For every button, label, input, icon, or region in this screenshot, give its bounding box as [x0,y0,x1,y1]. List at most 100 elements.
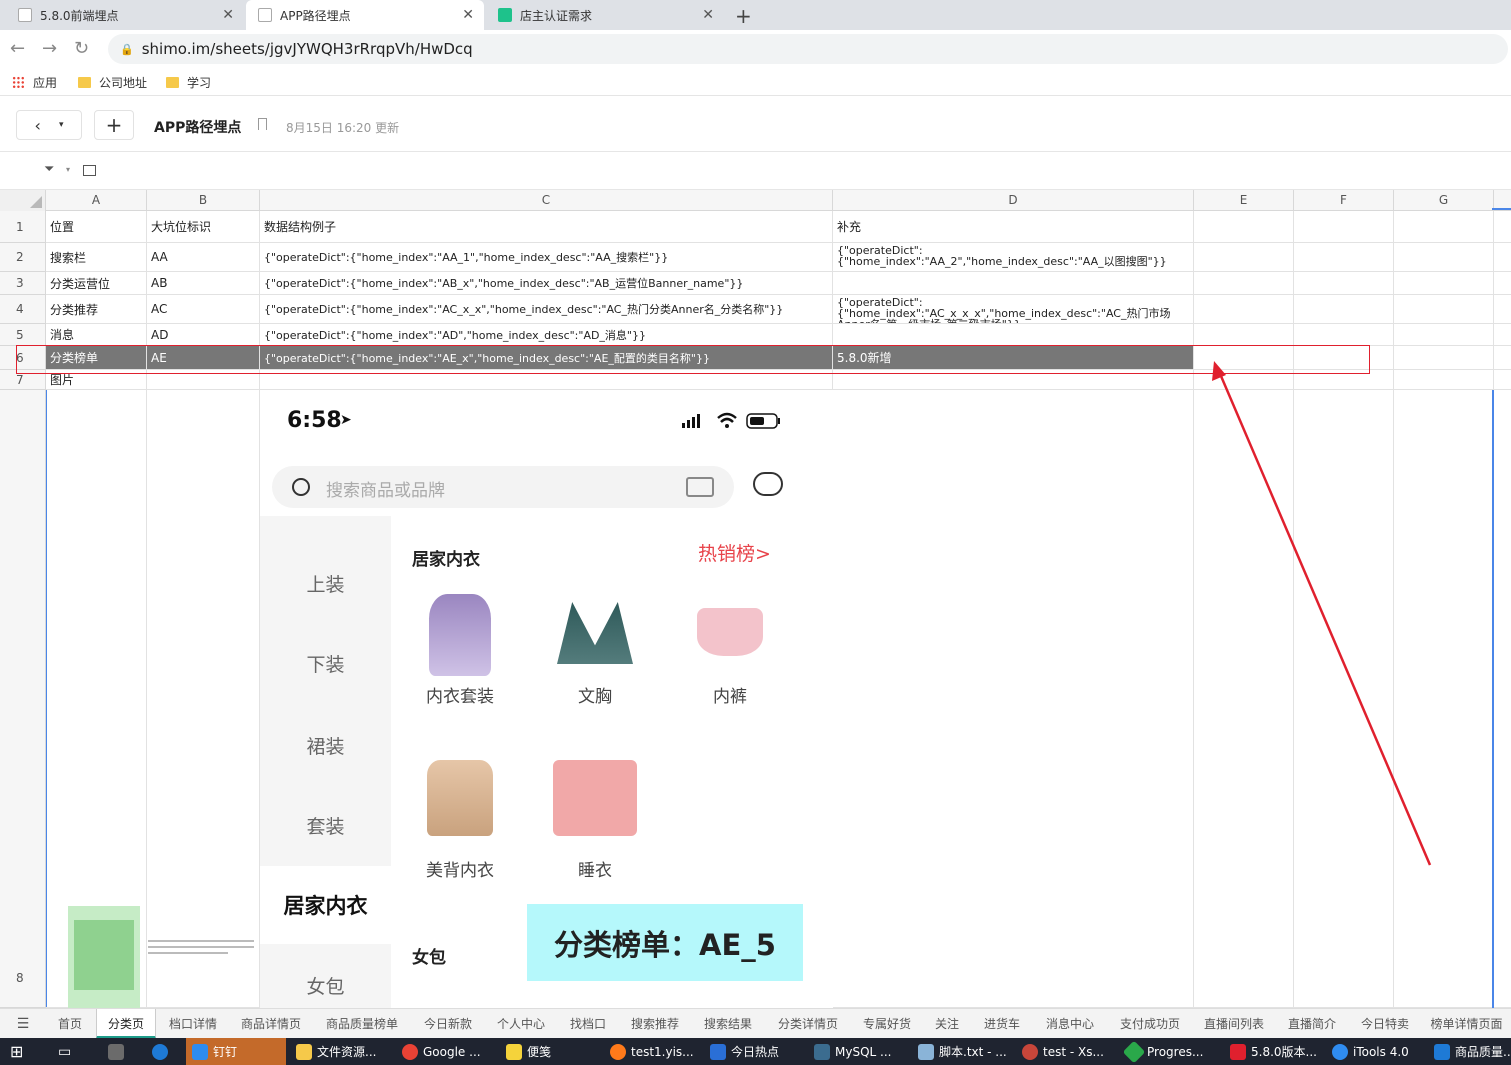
column-header-d[interactable]: D [833,190,1194,211]
cell[interactable]: AC [147,295,260,323]
column-header-a[interactable]: A [46,190,147,211]
row-header[interactable]: 1 [0,211,46,243]
cell[interactable]: AB [147,272,260,294]
product-item[interactable]: 文胸 [545,594,645,707]
cell[interactable]: {"operateDict":{"home_index":"AA_1","hom… [260,243,833,271]
bookmark-apps[interactable]: 应用 [12,74,57,91]
cell[interactable]: 位置 [46,211,147,242]
taskbar-app[interactable]: Google ... [398,1038,498,1065]
cell[interactable] [1194,324,1294,345]
sheet-tab[interactable]: 消息中心 [1034,1009,1106,1039]
sheet-tab[interactable]: 直播间列表 [1194,1009,1274,1039]
back-dropdown-button[interactable]: ‹ ▾ [16,110,82,140]
cell[interactable] [1394,243,1494,271]
taskbar-app[interactable]: 便笺 [502,1038,602,1065]
app-screenshot-image[interactable]: 6:58 ➤ 搜索商品或品牌 上装 下装 裙装 套装 居家内衣 女包 居家内衣 … [260,390,833,1008]
taskbar-app[interactable]: test - Xs... [1020,1038,1120,1065]
caret-down-icon[interactable]: ▾ [66,165,70,174]
cell[interactable]: 分类推荐 [46,295,147,323]
cell[interactable] [1394,272,1494,294]
close-icon[interactable]: ✕ [702,7,714,23]
taskbar-app[interactable]: 5.8.0版本... [1228,1038,1328,1065]
bookmark-folder[interactable]: 公司地址 [78,74,147,91]
task-view-icon[interactable]: ▭ [58,1038,71,1065]
taskbar-app[interactable]: iTools 4.0 [1330,1038,1430,1065]
cell[interactable] [1394,324,1494,345]
reload-icon[interactable]: ↻ [74,38,89,59]
category-item[interactable]: 女包 [260,972,391,999]
category-item[interactable]: 上装 [260,570,391,597]
hot-list-link[interactable]: 热销榜> [698,539,771,566]
sheet-tab[interactable]: 今日特卖 [1350,1009,1420,1039]
app-search-bar[interactable]: 搜索商品或品牌 [272,466,734,508]
cell[interactable]: {"operateDict":{"home_index":"AC_x_x_x",… [833,295,1194,323]
row-header[interactable]: 3 [0,272,46,295]
cell[interactable]: {"operateDict":{"home_index":"AB_x","hom… [260,272,833,294]
sheet-tab[interactable]: 支付成功页 [1108,1009,1192,1039]
cell[interactable] [1294,243,1394,271]
add-button[interactable]: + [94,110,134,140]
column-header-c[interactable]: C [260,190,833,211]
cell[interactable]: AA [147,243,260,271]
cell[interactable]: 数据结构例子 [260,211,833,242]
category-item[interactable]: 下装 [260,650,391,677]
sheet-tab-active[interactable]: 分类页 [96,1009,156,1039]
sheet-tab[interactable]: 商品质量榜单 [314,1009,410,1039]
cell[interactable] [1294,295,1394,323]
new-tab-icon[interactable]: + [735,4,752,28]
sheet-tab[interactable]: 榜单详情页面 [1422,1009,1511,1039]
thumbnail-image[interactable] [66,906,256,1008]
column-header-b[interactable]: B [147,190,260,211]
cell[interactable] [1394,211,1494,242]
close-icon[interactable]: ✕ [462,7,474,23]
browser-tab[interactable]: 5.8.0前端埋点 ✕ [6,0,244,30]
taskbar-app[interactable]: test1.yis... [606,1038,704,1065]
cell[interactable] [1394,295,1494,323]
url-field[interactable]: 🔒 shimo.im/sheets/jgvJYWQH3rRrqpVh/HwDcq [108,34,1508,64]
cell[interactable]: 消息 [46,324,147,345]
cell[interactable]: 大坑位标识 [147,211,260,242]
sheet-tab[interactable]: 分类详情页 [766,1009,850,1039]
cell[interactable] [1194,243,1294,271]
taskbar-app[interactable]: 今日热点 [708,1038,808,1065]
sheet-tab[interactable]: 专属好货 [852,1009,922,1039]
select-all-corner[interactable] [0,190,46,211]
forward-icon[interactable]: → [42,38,57,59]
cell[interactable] [833,272,1194,294]
filter-icon[interactable]: ⏷ [44,162,54,177]
freeze-icon[interactable] [83,165,96,176]
cell[interactable]: 补充 [833,211,1194,242]
taskbar-app[interactable]: MySQL ... [812,1038,912,1065]
category-item-active[interactable]: 居家内衣 [260,890,391,920]
cell[interactable] [833,390,1194,1007]
edge-icon[interactable] [152,1038,173,1065]
cell[interactable]: {"operateDict":{"home_index":"AC_x_x","h… [260,295,833,323]
cell[interactable]: {"operateDict":{"home_index":"AA_2","hom… [833,243,1194,271]
close-icon[interactable]: ✕ [222,7,234,23]
sheet-tab[interactable]: 搜索推荐 [620,1009,690,1039]
column-header-f[interactable]: F [1294,190,1394,211]
sheet-list-icon[interactable]: ☰ [8,1009,38,1039]
row-header[interactable]: 4 [0,295,46,324]
cell[interactable]: 分类运营位 [46,272,147,294]
product-item[interactable]: 睡衣 [545,760,645,881]
sheet-tab[interactable]: 今日新款 [412,1009,484,1039]
cell[interactable] [833,324,1194,345]
sheet-tab[interactable]: 搜索结果 [692,1009,764,1039]
calculator-icon[interactable] [108,1038,129,1065]
cell[interactable] [1194,211,1294,242]
cell[interactable] [1294,211,1394,242]
sheet-tab[interactable]: 进货车 [972,1009,1032,1039]
product-item[interactable]: 内裤 [680,594,780,707]
taskbar-app[interactable]: 商品质量... [1432,1038,1511,1065]
cell[interactable] [1294,272,1394,294]
bookmark-icon[interactable] [258,118,267,130]
sheet-tab[interactable]: 个人中心 [486,1009,556,1039]
taskbar-app[interactable]: Progres... [1124,1038,1224,1065]
cell[interactable]: AD [147,324,260,345]
sheet-tab[interactable]: 关注 [924,1009,970,1039]
column-header-e[interactable]: E [1194,190,1294,211]
sheet-tab[interactable]: 直播简介 [1276,1009,1348,1039]
row-header[interactable]: 5 [0,324,46,346]
sheet-tab[interactable]: 首页 [46,1009,94,1039]
